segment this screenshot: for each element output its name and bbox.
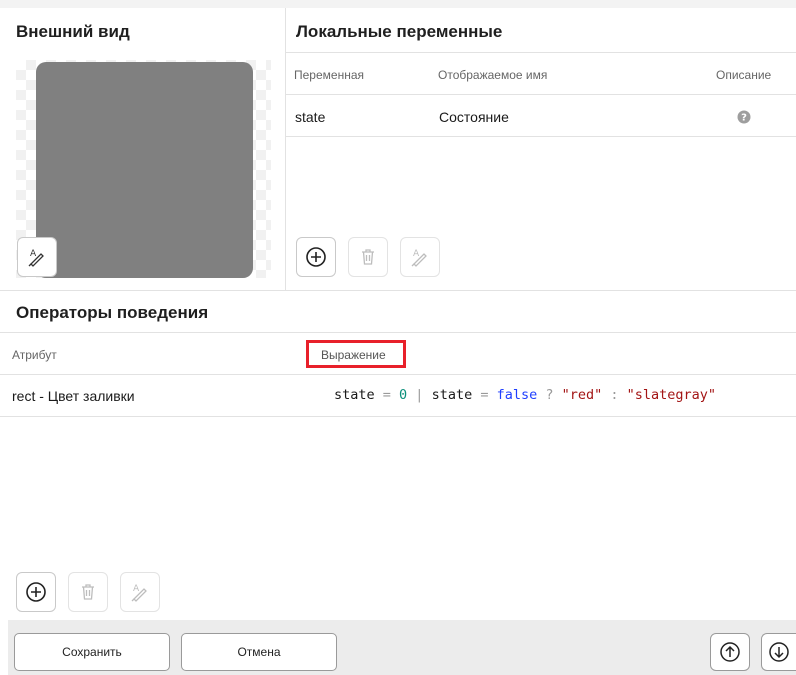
divider <box>0 374 796 375</box>
appearance-title: Внешний вид <box>16 22 130 41</box>
divider <box>286 136 796 137</box>
svg-text:A: A <box>30 249 37 259</box>
expression-token: false <box>496 387 538 403</box>
top-strip <box>0 0 796 8</box>
expression-token: = <box>472 387 497 403</box>
appearance-edit-button[interactable]: A <box>17 237 57 277</box>
divider <box>0 416 796 417</box>
plus-circle-icon <box>26 582 46 602</box>
svg-text:?: ? <box>741 113 747 124</box>
add-behavior-button[interactable] <box>16 572 56 612</box>
expression-token: | <box>407 387 432 403</box>
text-edit-icon: A <box>131 584 147 602</box>
arrow-up-circle-icon <box>720 642 740 662</box>
expression-token: state <box>334 387 375 403</box>
preview-shape[interactable] <box>36 62 253 278</box>
svg-text:A: A <box>413 249 420 259</box>
divider <box>0 332 796 333</box>
column-header-description: Описание <box>716 68 772 82</box>
expression-header-highlight <box>306 340 406 368</box>
text-edit-icon: A <box>28 249 44 267</box>
delete-behavior-button[interactable] <box>68 572 108 612</box>
expression-token: "red" <box>561 387 603 403</box>
column-header-display-name: Отображаемое имя <box>438 68 548 82</box>
expression-token: 0 <box>399 387 408 403</box>
save-button[interactable]: Сохранить <box>14 633 170 671</box>
edit-behavior-button[interactable]: A <box>120 572 160 612</box>
expression-cell[interactable]: state = 0 | state = false ? "red" : "sla… <box>334 387 716 403</box>
svg-text:A: A <box>133 584 140 594</box>
local-vars-title: Локальные переменные <box>296 22 503 41</box>
plus-circle-icon <box>306 247 326 267</box>
delete-variable-button[interactable] <box>348 237 388 277</box>
text-edit-icon: A <box>411 249 427 267</box>
column-header-attribute: Атрибут <box>12 348 57 362</box>
attribute-cell: rect - Цвет заливки <box>12 388 135 404</box>
divider <box>0 290 796 291</box>
trash-icon <box>82 584 94 600</box>
behavior-title: Операторы поведения <box>16 303 209 322</box>
cancel-button[interactable]: Отмена <box>181 633 337 671</box>
display-name-cell: Состояние <box>439 109 509 125</box>
column-header-variable: Переменная <box>294 68 364 82</box>
variable-cell: state <box>295 109 326 125</box>
help-icon[interactable]: ? <box>737 110 751 124</box>
arrow-down-circle-icon <box>769 642 789 662</box>
expression-token: state <box>431 387 473 403</box>
expression-token: = <box>374 387 400 403</box>
expression-token: "slategray" <box>626 387 717 403</box>
divider <box>286 52 796 53</box>
expression-token: ? <box>537 387 562 403</box>
move-up-button[interactable] <box>710 633 750 671</box>
trash-icon <box>362 249 374 265</box>
move-down-button[interactable] <box>761 633 796 671</box>
divider <box>286 94 796 95</box>
panel-divider <box>285 8 286 290</box>
add-variable-button[interactable] <box>296 237 336 277</box>
edit-variable-button[interactable]: A <box>400 237 440 277</box>
expression-token: : <box>602 387 627 403</box>
